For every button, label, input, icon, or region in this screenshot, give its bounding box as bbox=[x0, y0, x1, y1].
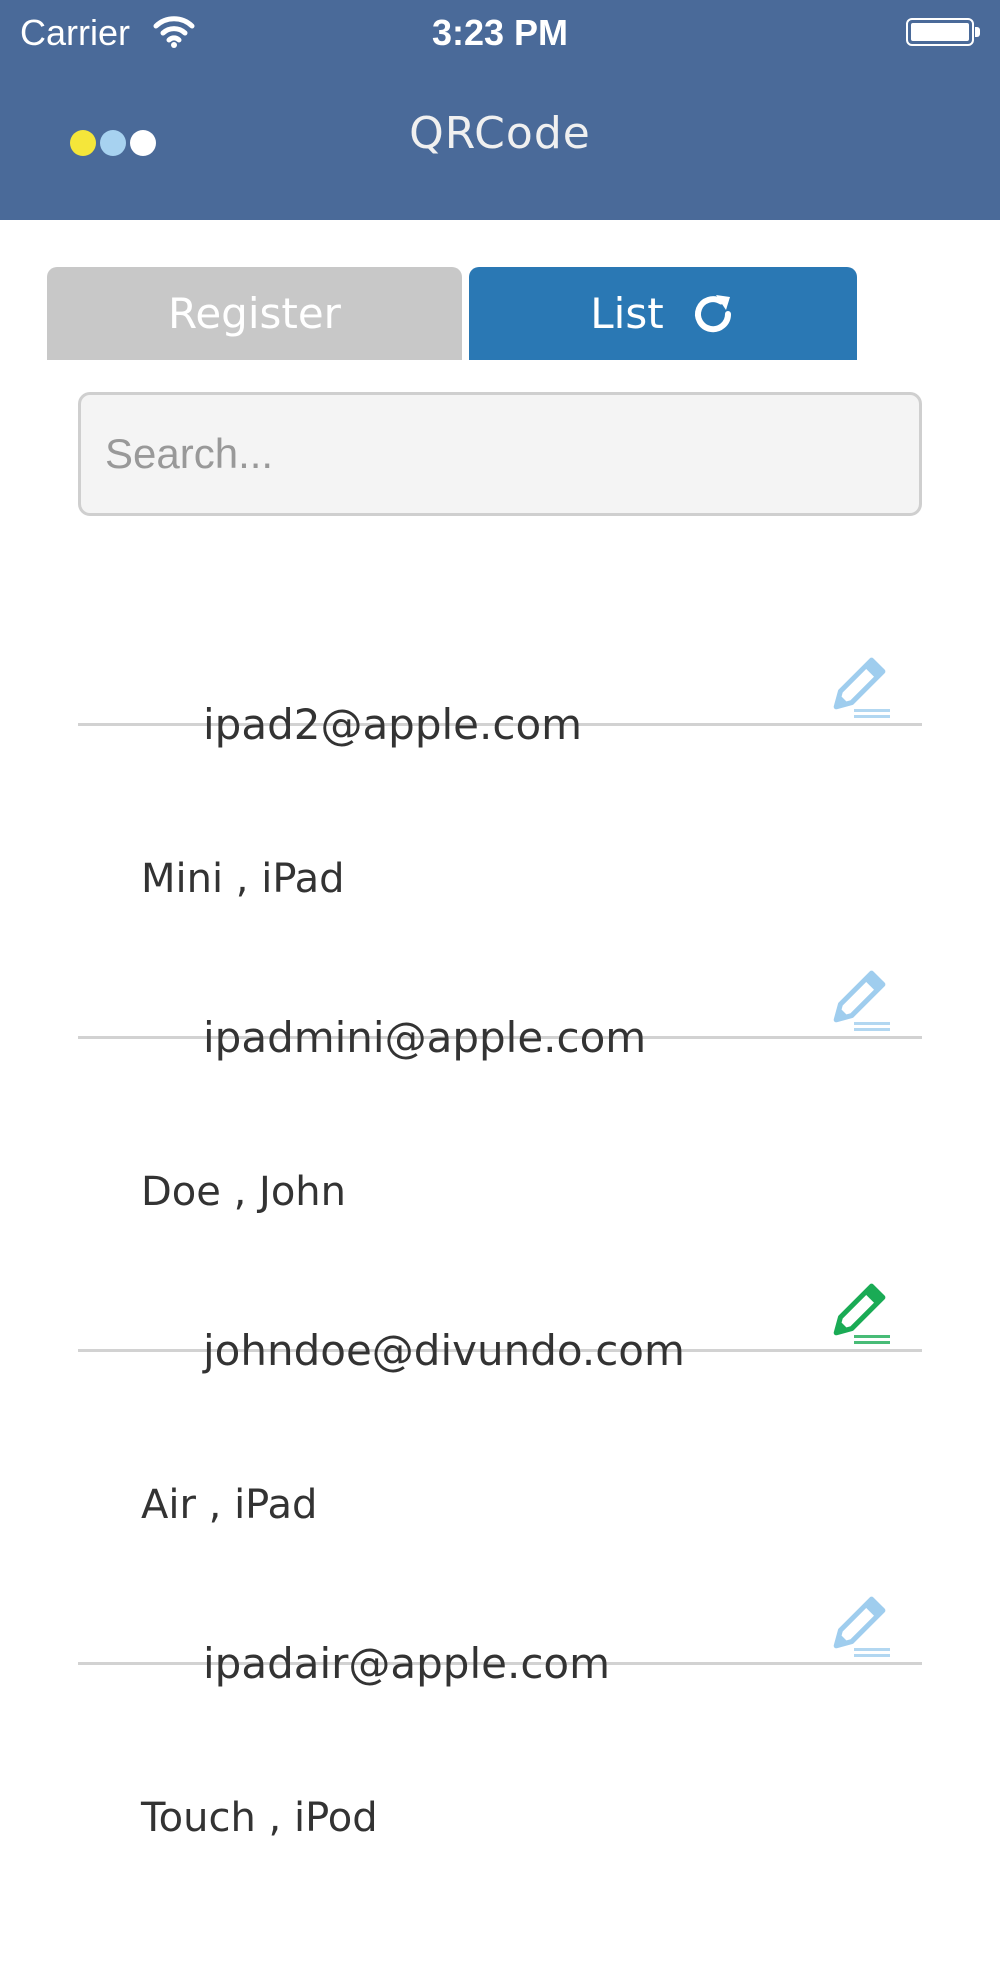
tab-register-label: Register bbox=[168, 289, 341, 338]
nav-bar: QRCode bbox=[0, 64, 1000, 220]
clock: 3:23 PM bbox=[431, 12, 569, 53]
list-item[interactable]: Mini , iPad ipadmini@apple.com bbox=[78, 726, 922, 1062]
list-item[interactable]: Air , iPad ipadair@apple.com bbox=[78, 1352, 922, 1688]
list-item-name: Doe , John bbox=[141, 1169, 346, 1215]
battery-icon bbox=[906, 18, 980, 46]
edit-icon[interactable] bbox=[820, 1277, 892, 1349]
refresh-icon[interactable] bbox=[690, 291, 736, 337]
list-item[interactable]: ipad2@apple.com bbox=[78, 413, 922, 749]
list-item-name: Mini , iPad bbox=[141, 856, 345, 902]
list-item[interactable]: Doe , John johndoe@divundo.com bbox=[78, 1039, 922, 1375]
tab-register[interactable]: Register bbox=[47, 267, 462, 360]
edit-icon[interactable] bbox=[820, 964, 892, 1036]
tab-list[interactable]: List bbox=[469, 267, 857, 360]
list-item[interactable]: Touch , iPod bbox=[78, 1665, 922, 1978]
tab-list-label: List bbox=[590, 289, 664, 338]
page-title: QRCode bbox=[409, 108, 591, 159]
status-bar: Carrier 3:23 PM bbox=[0, 0, 1000, 64]
list-item-name: Air , iPad bbox=[141, 1482, 318, 1528]
edit-icon[interactable] bbox=[820, 1590, 892, 1662]
edit-icon[interactable] bbox=[820, 651, 892, 723]
list-item-name: Touch , iPod bbox=[141, 1795, 378, 1841]
